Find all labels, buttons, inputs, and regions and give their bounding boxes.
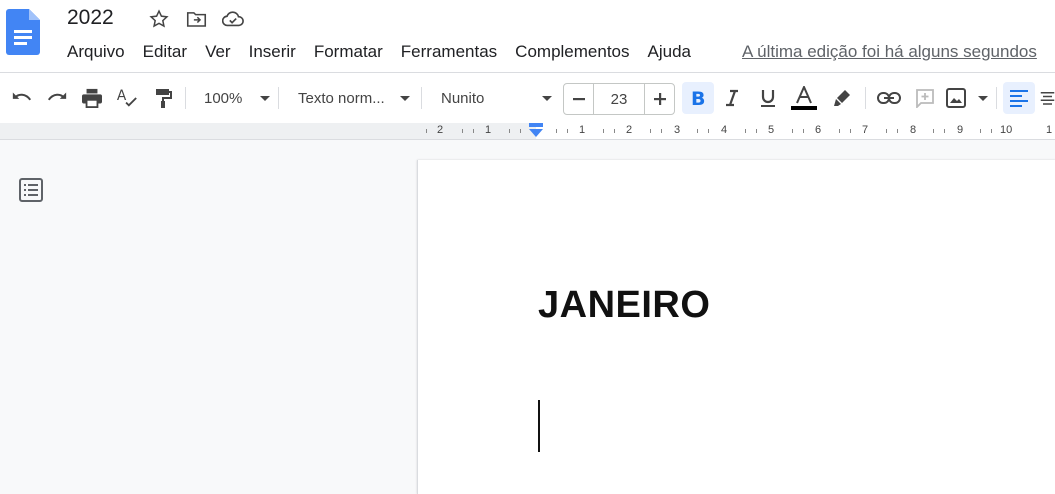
ruler-label: 1 <box>579 124 586 136</box>
document-page[interactable]: JANEIRO <box>417 160 1055 494</box>
svg-text:B: B <box>691 89 705 107</box>
menu-ferramentas[interactable]: Ferramentas <box>392 42 506 62</box>
paragraph-style-select[interactable]: Texto norm... <box>290 85 410 111</box>
ruler-label: 6 <box>815 124 822 136</box>
ruler-label: 4 <box>721 124 728 136</box>
document-title[interactable]: 2022 <box>67 6 114 30</box>
italic-icon[interactable] <box>719 85 745 111</box>
ruler-label: 8 <box>910 124 917 136</box>
menu-arquivo[interactable]: Arquivo <box>58 42 134 62</box>
move-folder-icon[interactable] <box>184 8 208 30</box>
chevron-down-icon <box>260 95 270 101</box>
text-color-icon[interactable] <box>789 83 819 113</box>
align-left-icon[interactable] <box>1003 82 1035 114</box>
spellcheck-icon[interactable]: A <box>114 85 140 111</box>
font-value: Nunito <box>441 89 485 107</box>
indent-marker-icon[interactable] <box>529 123 543 140</box>
chevron-down-icon <box>978 95 988 101</box>
font-select[interactable]: Nunito <box>432 85 552 111</box>
ruler[interactable]: 2 1 1 2 3 4 5 6 7 8 9 10 1 <box>0 123 1055 140</box>
decrease-font-size-button[interactable] <box>564 84 594 114</box>
menu-editar[interactable]: Editar <box>134 42 196 62</box>
chevron-down-icon <box>542 95 552 101</box>
ruler-label: 3 <box>674 124 681 136</box>
chevron-down-icon <box>400 95 410 101</box>
insert-image-button[interactable] <box>946 85 988 111</box>
last-edit-link[interactable]: A última edição foi há alguns segundos <box>742 42 1037 62</box>
title-bar: 2022 Arquivo Editar Ver Inserir Formatar… <box>0 0 1055 72</box>
text-cursor <box>538 400 540 452</box>
menu-inserir[interactable]: Inserir <box>240 42 305 62</box>
link-icon[interactable] <box>875 85 903 111</box>
document-outline-icon[interactable] <box>19 178 43 207</box>
ruler-label: 2 <box>626 124 633 136</box>
ruler-label: 10 <box>1000 124 1013 136</box>
bold-icon[interactable]: B <box>682 82 714 114</box>
menu-formatar[interactable]: Formatar <box>305 42 392 62</box>
document-heading[interactable]: JANEIRO <box>538 284 710 327</box>
toolbar: A 100% Texto norm... Nunito 23 B <box>0 72 1055 124</box>
ruler-label: 1 <box>1046 124 1053 136</box>
font-size-value[interactable]: 23 <box>594 91 644 108</box>
ruler-label: 5 <box>768 124 775 136</box>
paragraph-style-value: Texto norm... <box>298 89 385 107</box>
redo-icon[interactable] <box>44 85 70 111</box>
font-size-stepper: 23 <box>563 83 675 115</box>
cloud-saved-icon[interactable] <box>221 8 245 30</box>
menu-ver[interactable]: Ver <box>196 42 240 62</box>
comment-icon[interactable] <box>912 85 938 111</box>
zoom-value: 100% <box>204 89 243 107</box>
ruler-label: 2 <box>437 124 444 136</box>
undo-icon[interactable] <box>9 85 35 111</box>
align-center-icon[interactable] <box>1040 85 1055 111</box>
svg-text:A: A <box>117 88 127 104</box>
docs-logo-icon[interactable] <box>6 9 40 60</box>
ruler-label: 1 <box>485 124 492 136</box>
image-icon <box>946 88 966 108</box>
paint-format-icon[interactable] <box>150 85 176 111</box>
menu-bar: Arquivo Editar Ver Inserir Formatar Ferr… <box>58 42 700 62</box>
print-icon[interactable] <box>79 85 105 111</box>
star-icon[interactable] <box>147 8 171 30</box>
zoom-select[interactable]: 100% <box>196 85 270 111</box>
menu-ajuda[interactable]: Ajuda <box>639 42 700 62</box>
menu-complementos[interactable]: Complementos <box>506 42 638 62</box>
increase-font-size-button[interactable] <box>644 84 674 114</box>
ruler-label: 7 <box>862 124 869 136</box>
underline-icon[interactable] <box>755 85 781 111</box>
ruler-label: 9 <box>957 124 964 136</box>
highlight-icon[interactable] <box>829 85 855 111</box>
